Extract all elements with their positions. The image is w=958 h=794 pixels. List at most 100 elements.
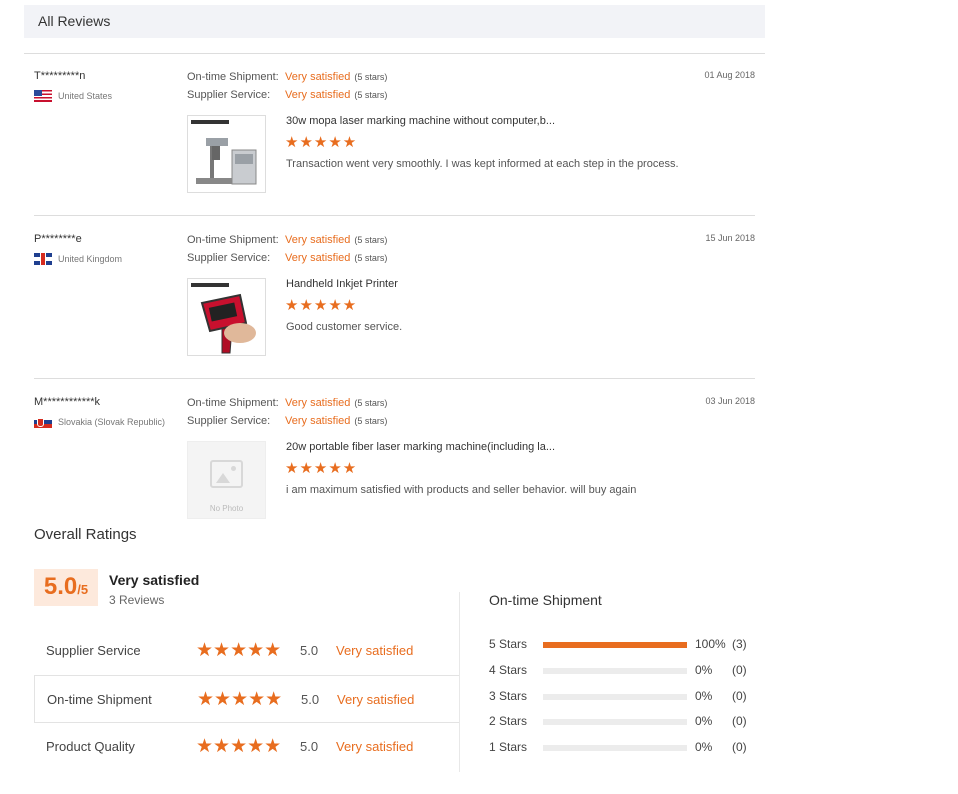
review-text: i am maximum satisfied with products and… <box>286 484 637 496</box>
product-title[interactable]: 20w portable fiber laser marking machine… <box>286 441 555 453</box>
distribution-bar <box>543 694 687 700</box>
distribution-label: 1 Stars <box>489 740 528 754</box>
rating-text: Very satisfied <box>336 739 414 754</box>
image-placeholder-icon <box>210 460 243 488</box>
shipment-value: Very satisfied <box>285 71 351 83</box>
distribution-percent: 100% <box>695 637 726 651</box>
distribution-row: 3 Stars 0% (0) <box>489 689 759 707</box>
distribution-count: (0) <box>732 663 747 677</box>
overall-score-badge: 5.0/5 <box>34 569 98 606</box>
distribution-bar-fill <box>543 642 687 648</box>
vertical-divider <box>459 592 460 772</box>
rating-name: On-time Shipment <box>47 692 152 707</box>
reviewer-name: M************k <box>34 396 101 408</box>
shipment-rating: On-time Shipment: Very satisfied (5 stars) <box>187 234 387 246</box>
rating-name: Supplier Service <box>46 643 141 658</box>
service-label: Supplier Service: <box>187 415 271 427</box>
product-thumbnail[interactable] <box>187 278 266 356</box>
shipment-label: On-time Shipment: <box>187 234 279 246</box>
slovakia-flag-icon <box>34 416 52 428</box>
review-text: Good customer service. <box>286 321 403 333</box>
product-thumbnail[interactable] <box>187 115 266 193</box>
shipment-rating: On-time Shipment: Very satisfied (5 stars) <box>187 71 387 83</box>
all-reviews-title: All Reviews <box>38 13 111 29</box>
product-title[interactable]: 30w mopa laser marking machine without c… <box>286 115 555 127</box>
overall-label: Very satisfied <box>109 572 200 588</box>
rating-text: Very satisfied <box>336 643 414 658</box>
rating-value: 5.0 <box>300 643 319 658</box>
service-value: Very satisfied <box>285 415 351 427</box>
rating-stars: ★★★★★ <box>196 640 282 661</box>
distribution-label: 4 Stars <box>489 663 528 677</box>
review-date: 01 Aug 2018 <box>704 70 755 80</box>
uk-flag-icon <box>34 253 52 265</box>
shipment-stars: (5 stars) <box>354 398 388 408</box>
shipment-stars: (5 stars) <box>354 235 388 245</box>
rating-stars: ★★★★★ <box>196 736 282 757</box>
distribution-bar <box>543 745 687 751</box>
rating-row-on-time-shipment[interactable]: On-time Shipment ★★★★★ 5.0 Very satisfie… <box>34 675 460 723</box>
shipment-label: On-time Shipment: <box>187 397 279 409</box>
review-text: Transaction went very smoothly. I was ke… <box>286 158 679 170</box>
service-rating: Supplier Service: Very satisfied (5 stars) <box>187 252 387 264</box>
divider <box>24 53 765 54</box>
review-date: 15 Jun 2018 <box>705 233 755 243</box>
review-star-rating: ★★★★★ <box>285 297 358 314</box>
reviewer-country: Slovakia (Slovak Republic) <box>34 416 165 428</box>
distribution-label: 3 Stars <box>489 689 528 703</box>
no-photo-label: No Photo <box>209 504 244 513</box>
service-value: Very satisfied <box>285 252 351 264</box>
distribution-bar <box>543 642 687 648</box>
reviewer-name: P********e <box>34 233 82 245</box>
service-stars: (5 stars) <box>354 253 388 263</box>
service-stars: (5 stars) <box>354 416 388 426</box>
distribution-percent: 0% <box>695 689 713 703</box>
reviewer-country: United Kingdom <box>34 253 122 265</box>
overall-review-count: 3 Reviews <box>109 593 165 607</box>
service-stars: (5 stars) <box>354 90 388 100</box>
overall-score-max: /5 <box>77 582 89 597</box>
distribution-row: 5 Stars 100% (3) <box>489 637 759 655</box>
distribution-label: 2 Stars <box>489 714 528 728</box>
overall-score: 5.0 <box>43 573 78 600</box>
distribution-count: (0) <box>732 740 747 754</box>
rating-value: 5.0 <box>300 739 319 754</box>
product-thumbnail[interactable]: No Photo <box>187 441 266 519</box>
us-flag-icon <box>34 90 52 102</box>
rating-stars: ★★★★★ <box>197 689 283 710</box>
shipment-value: Very satisfied <box>285 397 351 409</box>
distribution-bar <box>543 719 687 725</box>
review-star-rating: ★★★★★ <box>285 134 358 151</box>
country-name: United Kingdom <box>58 254 123 264</box>
country-name: Slovakia (Slovak Republic) <box>58 417 166 427</box>
rating-text: Very satisfied <box>337 692 415 707</box>
distribution-label: 5 Stars <box>489 637 528 651</box>
distribution-percent: 0% <box>695 714 713 728</box>
distribution-percent: 0% <box>695 663 713 677</box>
service-label: Supplier Service: <box>187 252 271 264</box>
distribution-row: 4 Stars 0% (0) <box>489 663 759 681</box>
shipment-value: Very satisfied <box>285 234 351 246</box>
rating-row-supplier-service: Supplier Service ★★★★★ 5.0 Very satisfie… <box>34 627 460 675</box>
rating-row-product-quality: Product Quality ★★★★★ 5.0 Very satisfied <box>34 723 460 771</box>
distribution-count: (0) <box>732 689 747 703</box>
review-item: M************k Slovakia (Slovak Republic… <box>34 396 755 556</box>
shipment-distribution-title: On-time Shipment <box>489 592 602 608</box>
distribution-row: 2 Stars 0% (0) <box>489 714 759 732</box>
service-value: Very satisfied <box>285 89 351 101</box>
service-rating: Supplier Service: Very satisfied (5 stars) <box>187 415 387 427</box>
reviewer-name: T*********n <box>34 70 86 82</box>
country-name: United States <box>58 91 113 101</box>
overall-ratings-title: Overall Ratings <box>34 526 137 543</box>
review-date: 03 Jun 2018 <box>705 396 755 406</box>
product-title[interactable]: Handheld Inkjet Printer <box>286 278 398 290</box>
distribution-bar <box>543 668 687 674</box>
rating-value: 5.0 <box>301 692 320 707</box>
review-item: P********e United Kingdom On-time Shipme… <box>34 233 755 393</box>
review-divider <box>34 215 755 216</box>
distribution-count: (3) <box>732 637 747 651</box>
rating-name: Product Quality <box>46 739 135 754</box>
service-label: Supplier Service: <box>187 89 271 101</box>
review-divider <box>34 378 755 379</box>
reviewer-country: United States <box>34 90 112 102</box>
